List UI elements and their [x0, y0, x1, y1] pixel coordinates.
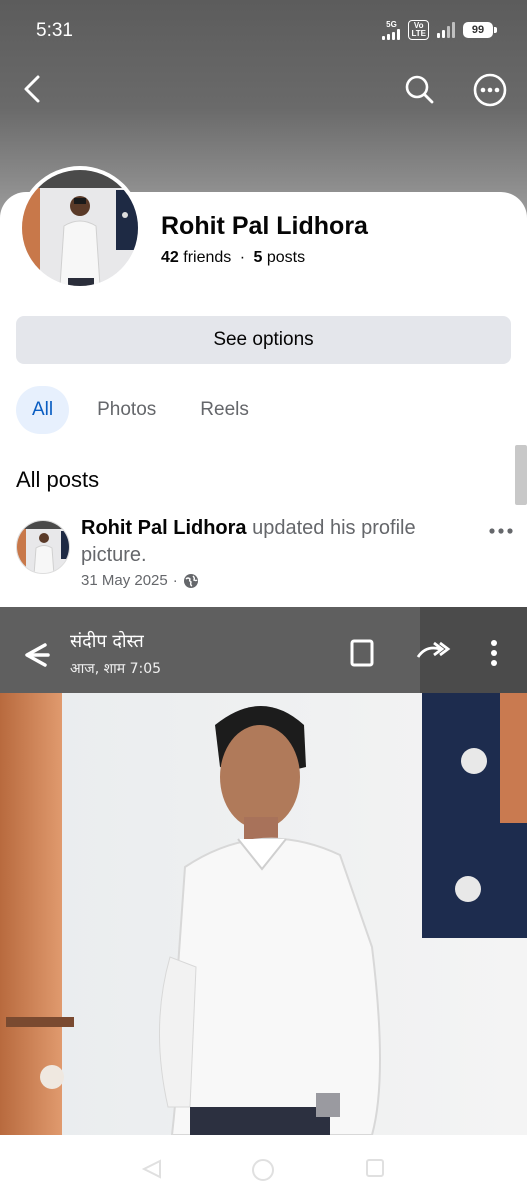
profile-stats: 42 friends · 5 posts — [161, 249, 305, 267]
more-circle-icon — [473, 73, 507, 107]
triangle-back-icon — [141, 1159, 161, 1179]
section-title: All posts — [16, 467, 100, 492]
volte-icon: Vo LTE — [408, 20, 429, 40]
post-photo-image — [0, 607, 527, 1135]
post-author-avatar[interactable] — [16, 520, 70, 574]
mobile-signal-icon: 5G — [382, 19, 401, 40]
stats-separator: · — [239, 249, 246, 266]
back-button[interactable] — [18, 72, 48, 106]
tab-all[interactable]: All — [16, 386, 70, 434]
system-home-button[interactable] — [250, 1157, 276, 1188]
status-time: 5:31 — [36, 20, 73, 41]
more-options-button[interactable] — [472, 72, 508, 108]
search-button[interactable] — [402, 72, 436, 106]
home-circle-icon — [252, 1159, 274, 1181]
chevron-left-icon — [24, 75, 40, 103]
post-meta-separator: · — [172, 572, 178, 589]
signal-strength-icon — [437, 22, 455, 38]
friends-count[interactable]: 42 — [161, 249, 179, 266]
tab-reels[interactable]: Reels — [184, 386, 265, 434]
post-headline: Rohit Pal Lidhora updated his profile pi… — [81, 515, 461, 569]
status-icons: 5G Vo LTE 99 — [382, 19, 497, 40]
post-meta: 31 May 2025 · — [81, 572, 199, 589]
profile-photo-image — [22, 170, 138, 286]
filter-tabs: All Photos Reels — [16, 386, 277, 434]
scrollbar[interactable] — [515, 445, 527, 505]
tab-photos[interactable]: Photos — [81, 386, 172, 434]
posts-count: 5 — [253, 249, 263, 266]
photo-contact-name: संदीप दोस्त — [70, 631, 144, 652]
posts-label: posts — [266, 249, 306, 266]
post-options-button[interactable] — [486, 520, 516, 542]
system-recents-button[interactable] — [364, 1157, 386, 1184]
friends-label[interactable]: friends — [183, 249, 231, 266]
post-author-photo — [17, 521, 69, 573]
system-back-button[interactable] — [140, 1157, 164, 1186]
search-icon — [405, 75, 434, 104]
status-bar: 5:31 5G Vo LTE 99 — [0, 0, 527, 62]
post-photo[interactable]: संदीप दोस्त आज, शाम 7:05 — [0, 607, 527, 1135]
post-date[interactable]: 31 May 2025 — [81, 572, 168, 589]
photo-subtitle: आज, शाम 7:05 — [70, 661, 162, 677]
post-author-name[interactable]: Rohit Pal Lidhora — [81, 517, 247, 539]
profile-name: Rohit Pal Lidhora — [161, 212, 368, 240]
network-type-label: 5G — [386, 19, 397, 29]
globe-icon — [183, 573, 198, 588]
see-options-button[interactable]: See options — [16, 316, 511, 364]
more-horizontal-icon — [489, 528, 513, 534]
recents-square-icon — [366, 1159, 384, 1177]
profile-avatar[interactable] — [18, 166, 142, 290]
battery-icon: 99 — [463, 22, 497, 38]
